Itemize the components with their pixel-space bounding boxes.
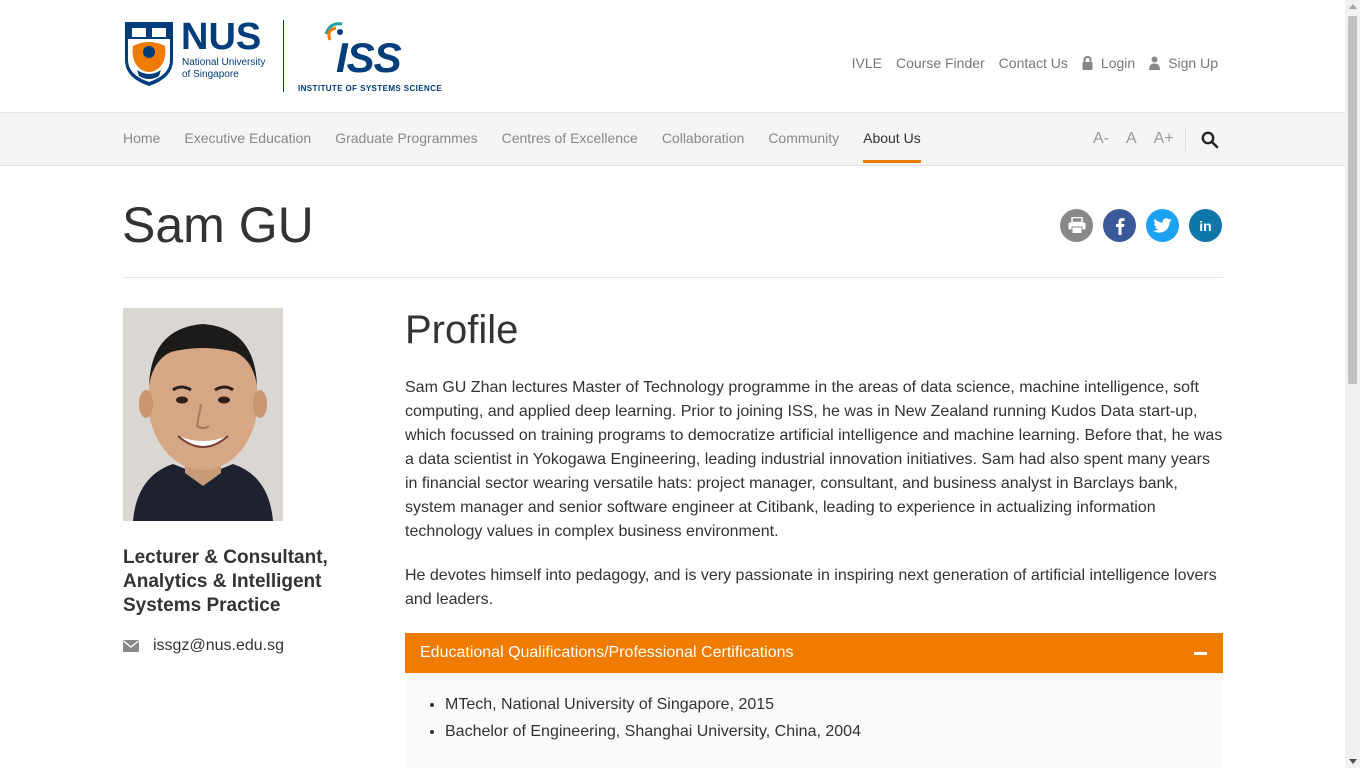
facebook-share-button[interactable] [1103, 209, 1136, 242]
font-increase-button[interactable]: A+ [1154, 130, 1174, 148]
nav-item-collaboration[interactable]: Collaboration [662, 113, 745, 165]
twitter-share-button[interactable] [1146, 209, 1179, 242]
profile-paragraph-2: He devotes himself into pedagogy, and is… [405, 567, 1217, 608]
course-finder-link[interactable]: Course Finder [896, 55, 985, 71]
list-item: Bachelor of Engineering, Shanghai Univer… [445, 718, 861, 745]
font-decrease-button[interactable]: A- [1093, 130, 1109, 148]
print-button[interactable] [1060, 209, 1093, 242]
profile-photo [123, 308, 283, 521]
logo-divider [283, 20, 284, 92]
scroll-down-arrow-icon[interactable] [1349, 759, 1357, 764]
nus-subtitle-line1: National University [182, 57, 266, 68]
email-row: issgz@nus.edu.sg [123, 637, 284, 655]
sign-up-link[interactable]: Sign Up [1149, 55, 1218, 71]
iss-wordmark: ISS [336, 34, 402, 81]
nav-item-centres-of-excellence[interactable]: Centres of Excellence [502, 113, 638, 165]
qualifications-list: MTech, National University of Singapore,… [445, 691, 861, 745]
login-label: Login [1100, 55, 1136, 71]
scrollbar-thumb[interactable] [1348, 16, 1357, 384]
site-header: NUS National University of Singapore ISS… [0, 0, 1345, 112]
user-icon [1149, 56, 1161, 70]
main-nav: Home Executive Education Graduate Progra… [0, 112, 1345, 166]
nus-crest-icon [125, 22, 173, 86]
nav-item-home[interactable]: Home [123, 113, 160, 165]
linkedin-icon: in [1199, 217, 1212, 234]
nus-wordmark: NUS [181, 16, 262, 58]
font-size-controls: A- A A+ [1093, 113, 1191, 165]
linkedin-share-button[interactable]: in [1189, 209, 1222, 242]
profile-heading: Profile [405, 308, 519, 352]
nav-item-executive-education[interactable]: Executive Education [184, 113, 311, 165]
sign-up-label: Sign Up [1168, 55, 1218, 71]
twitter-icon [1153, 217, 1172, 233]
page-title: Sam GU [122, 197, 314, 253]
envelope-icon [123, 640, 139, 652]
scroll-up-arrow-icon[interactable] [1349, 4, 1357, 9]
iss-subtitle: INSTITUTE OF SYSTEMS SCIENCE [298, 84, 443, 93]
print-icon [1068, 217, 1085, 234]
nav-item-about-us[interactable]: About Us [863, 113, 921, 165]
nus-logo[interactable]: NUS National University of Singapore [123, 16, 273, 90]
profile-paragraph-1: Sam GU Zhan lectures Master of Technolog… [405, 379, 1223, 540]
font-reset-button[interactable]: A [1126, 130, 1137, 148]
qualifications-accordion-header[interactable]: Educational Qualifications/Professional … [405, 633, 1223, 673]
nus-subtitle: National University of Singapore [182, 57, 265, 81]
top-links: IVLE Course Finder Contact Us Login Sign… [838, 55, 1218, 71]
page: NUS National University of Singapore ISS… [0, 0, 1345, 768]
nav-item-graduate-programmes[interactable]: Graduate Programmes [335, 113, 477, 165]
ivle-link[interactable]: IVLE [852, 55, 882, 71]
contact-us-link[interactable]: Contact Us [999, 55, 1068, 71]
vertical-scrollbar[interactable] [1345, 0, 1360, 768]
collapse-icon [1194, 652, 1207, 655]
login-link[interactable]: Login [1082, 55, 1135, 71]
qualifications-accordion-body: MTech, National University of Singapore,… [405, 673, 1223, 768]
search-icon[interactable] [1201, 131, 1219, 149]
lock-icon [1082, 56, 1093, 70]
title-divider [123, 277, 1223, 278]
nus-subtitle-line2: of Singapore [182, 69, 239, 80]
nav-item-community[interactable]: Community [768, 113, 839, 165]
nav-divider [1185, 127, 1186, 151]
person-role: Lecturer & Consultant, Analytics & Intel… [123, 547, 328, 616]
person-portrait-image [123, 308, 283, 521]
iss-logo[interactable]: ISS INSTITUTE OF SYSTEMS SCIENCE [298, 20, 448, 94]
email-link[interactable]: issgz@nus.edu.sg [153, 637, 284, 655]
nav-items: Home Executive Education Graduate Progra… [123, 113, 945, 165]
list-item: MTech, National University of Singapore,… [445, 691, 861, 718]
accordion-title: Educational Qualifications/Professional … [420, 644, 794, 661]
facebook-icon [1115, 217, 1124, 235]
